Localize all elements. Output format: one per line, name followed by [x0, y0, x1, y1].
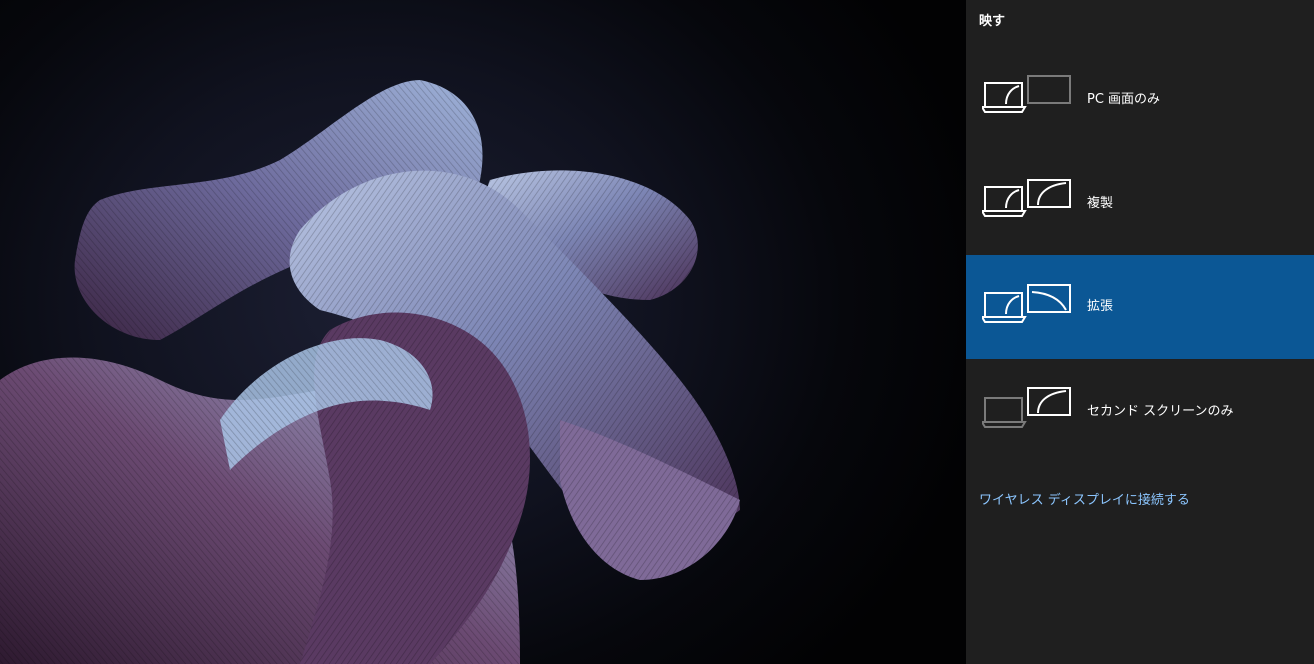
wallpaper-bloom-art	[0, 80, 740, 664]
option-label: 複製	[1087, 196, 1114, 211]
duplicate-icon	[982, 179, 1071, 217]
second-screen-only-icon	[982, 387, 1071, 428]
extend-icon	[982, 284, 1071, 323]
option-duplicate[interactable]: 複製	[966, 152, 1314, 256]
pc-screen-only-icon	[982, 75, 1071, 113]
option-label: PC 画面のみ	[1087, 92, 1161, 107]
connect-wireless-display-link[interactable]: ワイヤレス ディスプレイに接続する	[979, 489, 1190, 508]
option-second-screen-only[interactable]: セカンド スクリーンのみ	[966, 360, 1314, 464]
option-extend[interactable]: 拡張	[966, 255, 1314, 359]
desktop-wallpaper	[0, 0, 966, 664]
option-label: 拡張	[1087, 299, 1114, 314]
option-pc-screen-only[interactable]: PC 画面のみ	[966, 48, 1314, 152]
project-panel: 映す PC 画面のみ 複製 拡張 セカンド スクリーンのみ ワイヤレス ディスプ…	[966, 0, 1314, 664]
panel-title: 映す	[979, 14, 1006, 29]
option-label: セカンド スクリーンのみ	[1087, 404, 1234, 419]
